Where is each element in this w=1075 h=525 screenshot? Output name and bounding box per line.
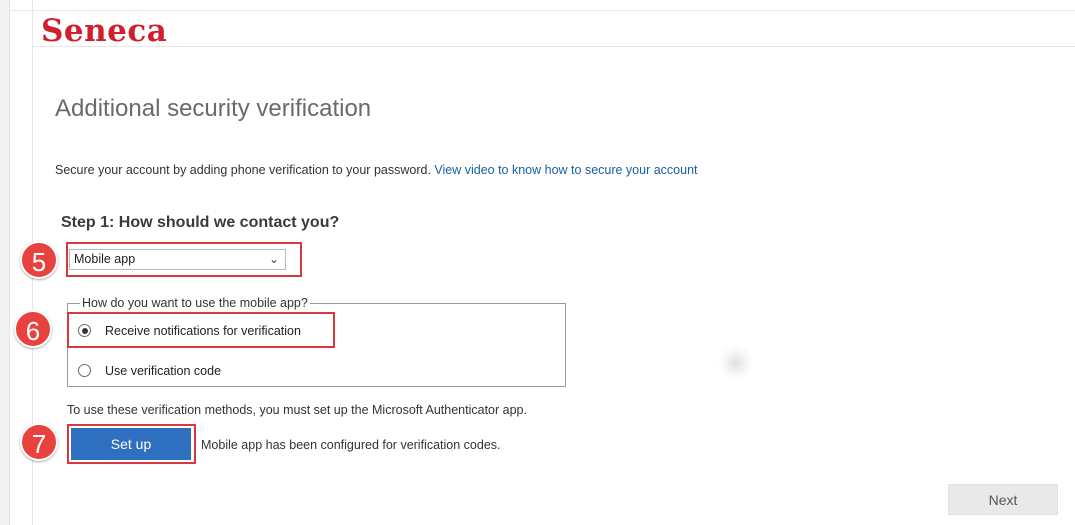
option-use-verification-code-label: Use verification code [105,364,222,378]
left-rail [0,0,10,525]
next-button[interactable]: Next [948,484,1058,515]
setup-status-text: Mobile app has been configured for verif… [201,438,501,452]
page-title: Additional security verification [55,95,372,122]
highlight-box-contact-method [66,242,302,277]
step-badge-6: 6 [14,310,52,348]
header-divider [32,46,1075,47]
highlight-box-notifications-option [67,312,335,348]
seneca-logo: Seneca [41,13,168,49]
intro-description: Secure your account by adding phone veri… [55,163,435,177]
intro-text: Secure your account by adding phone veri… [55,162,698,178]
radio-use-verification-code[interactable] [78,364,91,377]
option-use-verification-code[interactable]: Use verification code [78,363,221,379]
highlight-box-set-up [67,424,196,464]
step-1-title: Step 1: How should we contact you? [61,214,340,231]
mobile-app-options-legend: How do you want to use the mobile app? [82,296,308,310]
background-blur-spot [718,345,754,381]
secure-account-video-link[interactable]: View video to know how to secure your ac… [434,163,697,177]
step-badge-5: 5 [20,241,58,279]
authenticator-note: To use these verification methods, you m… [67,403,527,417]
step-badge-7: 7 [20,423,58,461]
